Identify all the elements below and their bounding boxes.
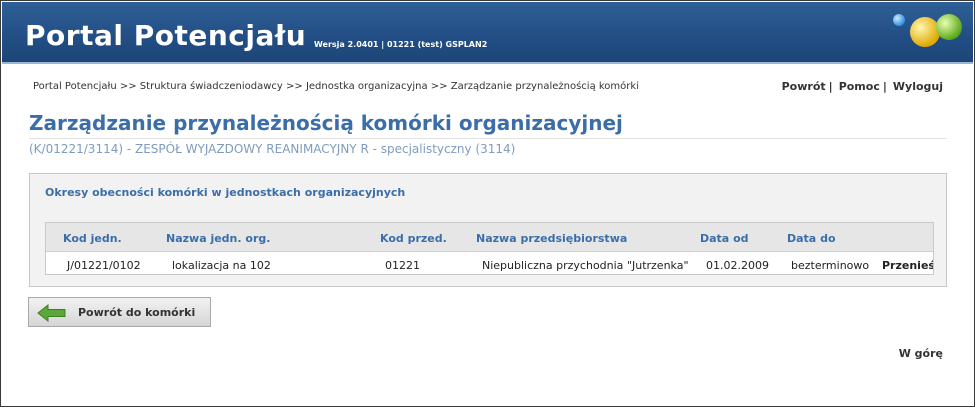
separator: | xyxy=(882,80,887,93)
back-arrow-icon xyxy=(37,304,66,322)
column-header-unit-name[interactable]: Nazwa jedn. org. xyxy=(166,232,270,245)
to-top-link[interactable]: W górę xyxy=(899,347,943,360)
back-to-cell-label: Powrót do komórki xyxy=(78,306,196,319)
move-link[interactable]: Przenieś xyxy=(882,259,933,272)
membership-panel: Okresy obecności komórki w jednostkach o… xyxy=(29,173,947,287)
logout-link[interactable]: Wyloguj xyxy=(893,80,943,93)
back-link[interactable]: Powrót xyxy=(782,80,826,93)
app-title: Portal Potencjału xyxy=(25,19,307,52)
breadcrumb[interactable]: Portal Potencjału >> Struktura świadczen… xyxy=(33,81,639,92)
app-window: Portal Potencjału Wersja 2.0401 | 01221 … xyxy=(0,0,975,407)
app-header: Portal Potencjału Wersja 2.0401 | 01221 … xyxy=(2,2,973,64)
column-header-unit-code[interactable]: Kod jedn. xyxy=(63,232,122,245)
column-header-date-from[interactable]: Data od xyxy=(700,232,749,245)
column-header-company-name[interactable]: Nazwa przedsiębiorstwa xyxy=(476,232,627,245)
cell-company-name: Niepubliczna przychodnia "Jutrzenka" xyxy=(482,259,689,272)
table-header: Kod jedn. Nazwa jedn. org. Kod przed. Na… xyxy=(46,223,933,252)
separator: | xyxy=(828,80,833,93)
page-subtitle: (K/01221/3114) - ZESPÓŁ WYJAZDOWY REANIM… xyxy=(29,142,516,156)
table-row: J/01221/0102 lokalizacja na 102 01221 Ni… xyxy=(46,252,933,274)
top-links: Powrót | Pomoc | Wyloguj xyxy=(782,80,943,93)
cell-unit-name: lokalizacja na 102 xyxy=(172,259,271,272)
help-link[interactable]: Pomoc xyxy=(839,80,880,93)
panel-title: Okresy obecności komórki w jednostkach o… xyxy=(45,186,406,199)
column-header-date-to[interactable]: Data do xyxy=(787,232,836,245)
cell-date-to: bezterminowo xyxy=(791,259,870,272)
title-divider xyxy=(29,138,947,139)
column-header-company-code[interactable]: Kod przed. xyxy=(380,232,447,245)
app-version: Wersja 2.0401 | 01221 (test) GSPLAN2 xyxy=(314,40,488,49)
logo-bubbles-icon xyxy=(893,14,962,47)
cell-company-code: 01221 xyxy=(385,259,420,272)
cell-unit-code: J/01221/0102 xyxy=(67,259,141,272)
page-title: Zarządzanie przynależnością komórki orga… xyxy=(29,111,623,135)
back-to-cell-button[interactable]: Powrót do komórki xyxy=(28,297,211,327)
periods-table: Kod jedn. Nazwa jedn. org. Kod przed. Na… xyxy=(45,222,934,275)
cell-date-from: 01.02.2009 xyxy=(706,259,769,272)
